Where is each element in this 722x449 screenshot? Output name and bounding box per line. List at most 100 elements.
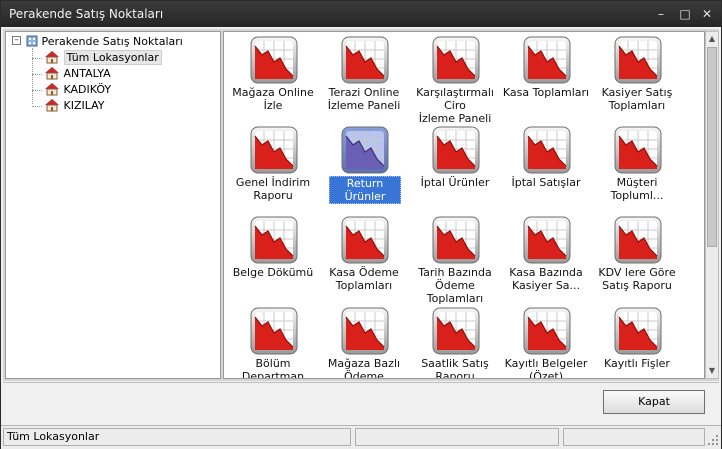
tree-item-antalya[interactable]: ANTALYA — [44, 66, 111, 82]
report-tile[interactable]: Belge Dökümü — [228, 214, 318, 304]
scroll-thumb[interactable] — [707, 47, 717, 247]
report-tile[interactable]: Kayıtlı Fişler — [592, 305, 682, 378]
report-label-line2: Ödeme Toplamları — [426, 279, 484, 305]
status-panel-2 — [355, 428, 559, 446]
report-label-line1: Kasa Ödeme — [329, 266, 399, 279]
report-tile-label: Tarih Bazında Ödeme Toplamları — [410, 266, 500, 305]
chart-report-icon — [250, 36, 298, 84]
store-icon — [45, 51, 59, 64]
report-label-line2: Kasiyer Sa... — [511, 279, 581, 292]
resize-grip-icon[interactable] — [707, 434, 719, 446]
chart-report-icon — [523, 36, 571, 84]
report-tile[interactable]: Karşılaştırmalı Ciro İzleme Paneli — [410, 34, 500, 125]
report-tile-label: Genel İndirim Raporu — [228, 176, 318, 202]
report-tile[interactable]: Mağaza Online İzle — [228, 34, 318, 124]
tree-connector — [32, 48, 33, 104]
content-area: – Perakende Satış Noktaları Tüm Lokasyon… — [3, 29, 719, 381]
report-label-line1: Kayıtlı Belgeler — [504, 357, 588, 370]
report-tile-label: Kasa Toplamları — [501, 86, 591, 99]
chart-report-icon — [341, 126, 389, 174]
report-tile-label: Saatlik Satış Raporu — [410, 357, 500, 379]
report-tile[interactable]: Kayıtlı Belgeler (Özet) — [501, 305, 591, 379]
report-tile[interactable]: Mağaza BazlıÖdeme Toplamları — [319, 305, 409, 378]
maximize-icon[interactable]: □ — [677, 6, 693, 22]
tree-item-tum-lokasyonlar[interactable]: Tüm Lokasyonlar — [44, 50, 162, 66]
chart-report-icon — [250, 216, 298, 264]
report-label-line1: Bölüm Departman — [241, 357, 305, 379]
tree-item-label: ANTALYA — [63, 67, 111, 80]
report-tile-label: Kasa Ödeme Toplamları — [319, 266, 409, 292]
chart-report-icon — [432, 126, 480, 174]
collapse-icon[interactable]: – — [12, 36, 21, 45]
chart-report-icon — [341, 307, 389, 355]
report-tile[interactable]: Kasa Bazında Kasiyer Sa... — [501, 214, 591, 304]
report-label-line2: Toplamları — [335, 279, 393, 292]
report-icons-grid: Mağaza Online İzle Terazi Online İzleme Pan… — [223, 31, 705, 379]
scroll-down-icon[interactable]: ▼ — [706, 364, 718, 378]
report-tile[interactable]: Tarih Bazında Ödeme Toplamları — [410, 214, 500, 305]
report-label-line1: KDV lere Göre — [598, 266, 676, 279]
report-label-line2: Raporu — [435, 370, 475, 379]
report-window: Perakende Satış Noktaları – □ ✕ – Perake… — [0, 0, 722, 449]
report-tile-label: Mağaza Online İzle — [228, 86, 318, 112]
report-tile[interactable]: KDV lere Göre Satış Raporu — [592, 214, 682, 304]
report-label-line1: İptal Ürünler — [420, 176, 490, 189]
vertical-scrollbar[interactable]: ▲ ▼ — [705, 31, 719, 379]
report-label-line1: Kasiyer Satış — [601, 86, 673, 99]
close-button[interactable]: Kapat — [603, 390, 705, 414]
report-tile[interactable]: Müşteri Topluml... — [592, 124, 682, 214]
tree-connector — [32, 90, 42, 91]
button-bar: Kapat — [3, 382, 719, 425]
status-panel-3 — [563, 428, 705, 446]
report-tile[interactable]: Return Ürünler — [319, 124, 409, 214]
chart-report-icon — [614, 36, 662, 84]
report-label-line2: (Özet) — [528, 370, 564, 379]
close-icon[interactable]: ✕ — [699, 6, 715, 22]
report-label-line1: Genel İndirim — [235, 176, 311, 189]
store-icon — [45, 67, 59, 80]
report-tile[interactable]: Saatlik Satış Raporu — [410, 305, 500, 379]
chart-report-icon — [432, 36, 480, 84]
tree-root[interactable]: Perakende Satış Noktaları — [26, 34, 183, 50]
chart-report-icon — [523, 216, 571, 264]
report-tile[interactable]: Kasa Toplamları — [501, 34, 591, 124]
report-tile-label: Terazi Online İzleme Paneli — [319, 86, 409, 112]
report-label-line1: Mağaza Bazlı — [327, 357, 401, 370]
report-label-line1: Kayıtlı Fişler — [604, 357, 670, 370]
chart-report-icon — [614, 216, 662, 264]
report-label-line1: Mağaza Online — [232, 86, 314, 99]
store-icon — [45, 83, 59, 96]
status-bar: Tüm Lokasyonlar — [1, 425, 721, 449]
report-tile[interactable]: İptal Satışlar — [501, 124, 591, 214]
report-tile[interactable]: İptal Ürünler — [410, 124, 500, 214]
tree-item-label: Tüm Lokasyonlar — [63, 50, 162, 65]
report-tile[interactable]: Kasiyer Satış Toplamları — [592, 34, 682, 124]
report-label-line2: Raporu — [253, 189, 293, 202]
tree-item-kadikoy[interactable]: KADIKÖY — [44, 82, 111, 98]
report-tile[interactable]: Kasa Ödeme Toplamları — [319, 214, 409, 304]
chart-report-icon — [250, 307, 298, 355]
report-label-line2: İzleme Paneli — [327, 99, 401, 112]
report-label-line1: Müşteri Topluml... — [610, 176, 664, 202]
status-panel-location: Tüm Lokasyonlar — [3, 428, 351, 446]
tree-item-kizilay[interactable]: KIZILAY — [44, 98, 105, 114]
chart-report-icon — [614, 126, 662, 174]
report-tile[interactable]: Terazi Online İzleme Paneli — [319, 34, 409, 124]
report-tile-label: İptal Satışlar — [501, 176, 591, 189]
report-tile[interactable]: Genel İndirim Raporu — [228, 124, 318, 214]
report-tile[interactable]: Bölüm DepartmanSatışları — [228, 305, 318, 379]
report-label-line1: Terazi Online — [328, 86, 400, 99]
report-label-line1: İptal Satışlar — [511, 176, 581, 189]
scroll-up-icon[interactable]: ▲ — [706, 32, 718, 46]
report-label-line2: Toplamları — [608, 99, 666, 112]
minimize-icon[interactable]: – — [653, 6, 669, 22]
report-tile-label: Kayıtlı Fişler — [592, 357, 682, 370]
report-tile-label: KDV lere Göre Satış Raporu — [592, 266, 682, 292]
chart-report-icon — [341, 36, 389, 84]
tree-item-label: KADIKÖY — [63, 83, 112, 96]
report-tile-label: Mağaza BazlıÖdeme Toplamları — [319, 357, 409, 378]
report-tile-label: Kayıtlı Belgeler (Özet) — [501, 357, 591, 379]
chart-report-icon — [432, 216, 480, 264]
title-bar[interactable]: Perakende Satış Noktaları – □ ✕ — [1, 1, 721, 27]
report-label-line2: İzle — [263, 99, 283, 112]
